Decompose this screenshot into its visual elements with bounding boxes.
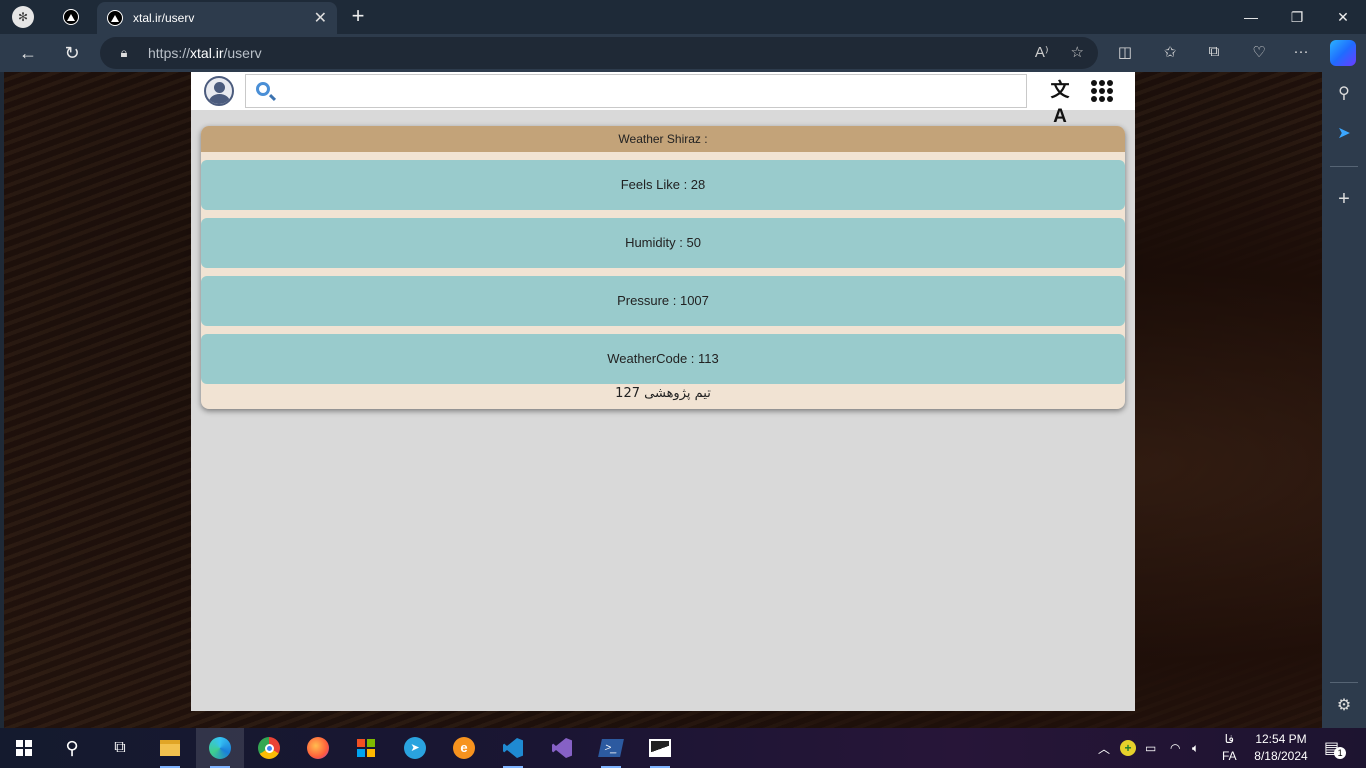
lock-icon: 🔒︎ — [120, 45, 128, 60]
edge-sidebar: ⚲ ➤ + ⚙ — [1322, 72, 1366, 728]
collections-icon[interactable]: ⧉ — [1203, 43, 1225, 63]
tab-title: xtal.ir/userv — [133, 11, 195, 25]
firefox-icon[interactable] — [294, 728, 342, 768]
new-tab-button[interactable]: + — [346, 4, 370, 28]
chrome-icon[interactable] — [245, 728, 293, 768]
clock-date: 8/18/2024 — [1254, 749, 1308, 763]
weather-row-weathercode: WeatherCode : 113 — [201, 334, 1125, 384]
sidebar-divider — [1330, 166, 1358, 167]
split-screen-icon[interactable]: ◫ — [1114, 43, 1136, 63]
file-explorer-icon[interactable] — [146, 728, 194, 768]
weather-card-title: Weather Shiraz : — [201, 126, 1125, 152]
search-icon[interactable]: ⚲ — [1332, 82, 1356, 106]
windows-logo-icon — [16, 740, 32, 756]
translate-icon[interactable]: 文A — [1047, 78, 1073, 127]
browser-toolbar: ← ↻ 🔒︎ https://xtal.ir/userv A⁾ ☆ ◫ ✩ ⧉ … — [0, 34, 1366, 72]
search-input[interactable] — [282, 79, 1022, 103]
url-path: /userv — [223, 45, 262, 61]
eclipse-che-icon[interactable]: e — [440, 728, 488, 768]
weather-row-humidity: Humidity : 50 — [201, 218, 1125, 268]
edge-icon[interactable] — [196, 728, 244, 768]
triangle-logo-icon — [63, 9, 79, 25]
search-box[interactable] — [245, 74, 1027, 108]
pinned-tab-settings[interactable]: ✻ — [0, 2, 46, 32]
vscode-icon[interactable] — [489, 728, 537, 768]
update-icon[interactable]: + — [1120, 728, 1136, 768]
add-icon[interactable]: + — [1332, 187, 1356, 211]
notification-count: 1 — [1334, 747, 1347, 759]
show-hidden-icons[interactable]: ︿ — [1098, 728, 1110, 768]
powershell-icon[interactable]: >_ — [587, 728, 635, 768]
copilot-icon[interactable] — [1330, 40, 1356, 66]
visual-studio-icon[interactable] — [538, 728, 586, 768]
weather-row-feels-like: Feels Like : 28 — [201, 160, 1125, 210]
more-menu-icon[interactable]: ··· — [1290, 43, 1312, 63]
refresh-icon[interactable]: ↻ — [57, 38, 87, 68]
gear-icon: ✻ — [12, 6, 34, 28]
url-text: https://xtal.ir/userv — [148, 45, 262, 61]
language-code: FA — [1222, 749, 1237, 763]
app-header: 文A — [191, 72, 1135, 127]
language-indicator[interactable]: فا FA — [1222, 728, 1237, 768]
pinned-tab-vercel[interactable] — [48, 2, 94, 32]
url-host: xtal.ir — [190, 45, 224, 61]
browser-essentials-icon[interactable]: ♡ — [1248, 43, 1270, 63]
start-button[interactable] — [0, 728, 48, 768]
clock[interactable]: 12:54 PM 8/18/2024 — [1248, 731, 1314, 765]
url-scheme: https:// — [148, 45, 191, 61]
settings-gear-icon[interactable]: ⚙ — [1332, 694, 1356, 718]
volume-icon[interactable]: 🔈︎ — [1192, 728, 1199, 768]
sidebar-divider — [1330, 682, 1358, 683]
user-avatar-icon[interactable] — [204, 76, 234, 106]
search-icon[interactable]: ⚲ — [48, 728, 96, 768]
task-view-icon[interactable]: ⧉ — [96, 728, 144, 768]
weather-row-pressure: Pressure : 1007 — [201, 276, 1125, 326]
app-container: 文A Weather Shiraz : Feels Like : 28 Humi… — [191, 72, 1135, 711]
favorites-icon[interactable]: ✩ — [1159, 43, 1181, 63]
taskbar: ⚲ ⧉ ➤ e >_ ︿ + ▭ ◠ 🔈︎ فا FA 12:54 PM 8/1… — [0, 728, 1366, 768]
wifi-icon[interactable]: ◠ — [1170, 728, 1180, 768]
tab-close-icon[interactable]: ✕ — [314, 8, 327, 28]
minimize-button[interactable]: — — [1228, 0, 1274, 34]
notification-center-icon[interactable]: ▤ 1 — [1324, 728, 1347, 768]
search-icon — [256, 82, 270, 96]
close-window-button[interactable]: ✕ — [1320, 0, 1366, 34]
weather-card-footer: تیم پژوهشی 127 — [615, 386, 711, 401]
clock-time: 12:54 PM — [1255, 732, 1307, 746]
read-aloud-icon[interactable]: A⁾ — [1035, 43, 1049, 61]
microsoft-store-icon[interactable] — [342, 728, 390, 768]
telegram-icon[interactable]: ➤ — [391, 728, 439, 768]
apps-grid-icon[interactable] — [1091, 80, 1113, 102]
telegram-icon[interactable]: ➤ — [1332, 122, 1356, 146]
battery-icon[interactable]: ▭ — [1145, 728, 1156, 768]
address-bar[interactable]: 🔒︎ https://xtal.ir/userv A⁾ ☆ — [100, 37, 1098, 69]
tab-bar: ✻ xtal.ir/userv ✕ + — ❐ ✕ — [0, 0, 1366, 34]
restore-button[interactable]: ❐ — [1274, 0, 1320, 34]
tab-active[interactable]: xtal.ir/userv ✕ — [97, 2, 337, 34]
back-arrow-icon[interactable]: ← — [13, 38, 43, 68]
photos-icon[interactable] — [636, 728, 684, 768]
triangle-logo-icon — [107, 10, 123, 26]
language-short-fa: فا — [1224, 732, 1235, 746]
page-viewport: 文A Weather Shiraz : Feels Like : 28 Humi… — [4, 72, 1322, 728]
weather-card: Weather Shiraz : Feels Like : 28 Humidit… — [201, 126, 1125, 409]
favorite-star-icon[interactable]: ☆ — [1071, 43, 1084, 61]
